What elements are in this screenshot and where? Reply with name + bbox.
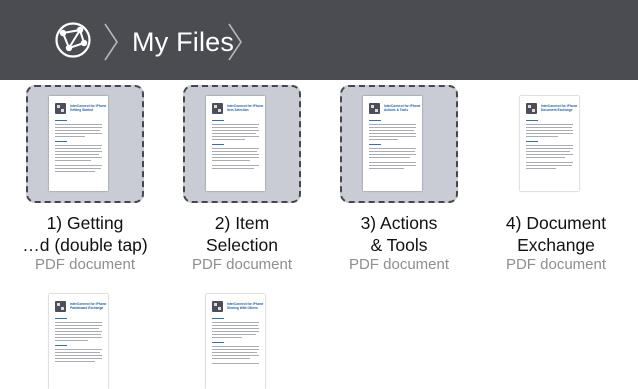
pdf-thumbnail: InterConnect for iPhone Sharing With Oth… [206, 294, 265, 389]
doc-subheading: Document Exchange [541, 108, 573, 112]
file-kind-label: PDF document [348, 256, 450, 273]
file-title-line: 4) Document [505, 213, 607, 233]
app-logo-icon [526, 103, 537, 114]
chevron-right-icon [228, 23, 242, 61]
file-title-line: 3) Actions [360, 213, 438, 233]
file-title-line: Exchange [517, 235, 595, 255]
app-logo-icon [55, 301, 66, 312]
app-logo-icon [212, 103, 223, 114]
file-kind-label: PDF document [505, 256, 607, 273]
file-title-line: Selection [206, 235, 278, 255]
pdf-thumbnail: InterConnect for iPhone Pasteboard Excha… [49, 294, 108, 389]
pdf-thumbnail: InterConnect for iPhone Actions & Tools [363, 96, 422, 191]
app-logo-icon [212, 301, 223, 312]
app-logo-icon [55, 103, 66, 114]
doc-subheading: Actions & Tools [384, 108, 409, 112]
file-title-line: 2) Item [214, 213, 270, 233]
file-title-line: & Tools [370, 235, 428, 255]
doc-subheading: Item Selection [227, 108, 249, 112]
chevron-right-icon [104, 23, 118, 61]
doc-subheading: Sharing With Others [227, 306, 258, 310]
file-kind-label: PDF document [191, 256, 293, 273]
app-logo-icon [369, 103, 380, 114]
breadcrumb-my-files[interactable]: My Files [132, 22, 234, 62]
pdf-thumbnail: InterConnect for iPhone Item Selection [206, 96, 265, 191]
file-title-line: …d (double tap) [22, 235, 148, 255]
file-kind-label: PDF document [34, 256, 136, 273]
navigation-bar: My Files [0, 0, 638, 80]
pdf-thumbnail: InterConnect for iPhone Document Exchang… [520, 96, 579, 191]
doc-subheading: Pasteboard Exchange [70, 306, 104, 310]
file-title-line: 1) Getting [46, 213, 124, 233]
doc-subheading: Getting Started [70, 108, 94, 112]
pdf-thumbnail: InterConnect for iPhone Getting Started [49, 96, 108, 191]
globe-network-icon[interactable] [54, 21, 92, 59]
